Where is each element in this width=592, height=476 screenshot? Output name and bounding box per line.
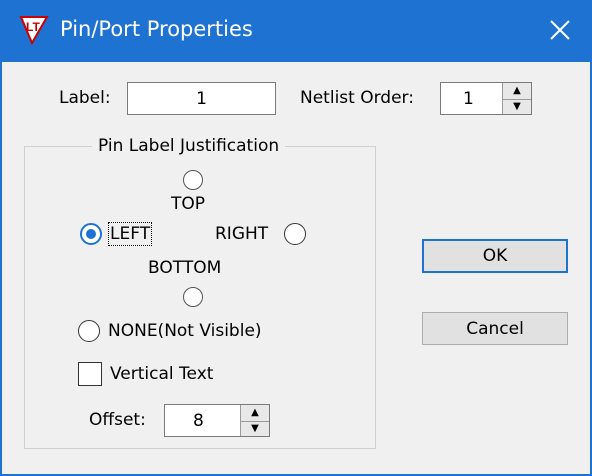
window-title: Pin/Port Properties [60,17,253,41]
ltspice-icon[interactable]: LT [18,14,50,46]
radio-bottom-label: BOTTOM [148,258,222,278]
offset-value: 8 [193,410,204,431]
netlist-order-spin-buttons: ▲ ▼ [502,83,531,114]
ok-button[interactable]: OK [422,239,568,273]
label-field-label: Label: [59,88,111,108]
offset-spin-down-button[interactable]: ▼ [241,421,269,437]
radio-top-label: TOP [171,194,206,214]
label-input[interactable]: 1 [127,82,276,115]
vertical-text-checkbox[interactable] [78,362,102,386]
ok-button-label: OK [482,246,508,266]
title-bar[interactable]: LT Pin/Port Properties [0,0,592,62]
group-title: Pin Label Justification [92,136,286,156]
cancel-button-label: Cancel [466,318,524,339]
spin-down-button[interactable]: ▼ [503,99,531,115]
offset-spinner[interactable]: 8 ▲ ▼ [164,404,270,437]
offset-spin-up-button[interactable]: ▲ [241,405,269,422]
radio-left[interactable] [80,223,102,245]
close-icon [550,20,570,40]
offset-spin-buttons: ▲ ▼ [240,405,269,436]
netlist-order-label: Netlist Order: [300,88,414,108]
netlist-order-spinner[interactable]: 1 ▲ ▼ [440,82,532,115]
label-input-value: 1 [196,88,207,109]
netlist-order-value: 1 [463,88,474,109]
spin-up-button[interactable]: ▲ [503,83,531,100]
radio-top[interactable] [183,170,203,190]
radio-right-label: RIGHT [215,224,269,244]
svg-text:LT: LT [26,20,40,34]
radio-bottom[interactable] [183,287,203,307]
vertical-text-label: Vertical Text [110,364,214,384]
radio-none[interactable] [78,320,100,342]
cancel-button[interactable]: Cancel [422,312,568,345]
offset-label: Offset: [89,410,146,430]
radio-left-label: LEFT [107,222,153,246]
close-button[interactable] [540,12,580,48]
radio-none-label: NONE(Not Visible) [108,321,262,341]
radio-right[interactable] [284,223,306,245]
